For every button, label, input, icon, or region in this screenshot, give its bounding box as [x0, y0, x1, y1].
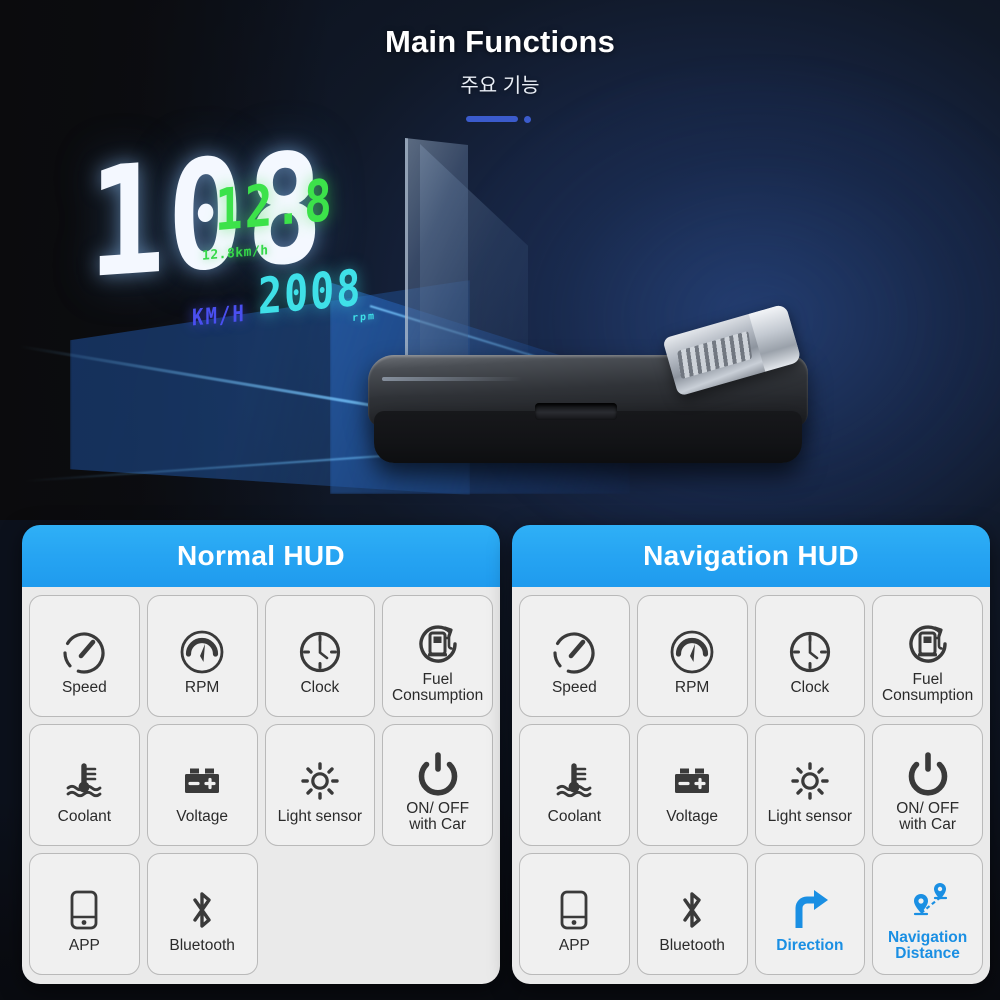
feature-tile-navigation-distance[interactable]: Navigation Distance [872, 853, 983, 975]
speedometer-icon [548, 616, 600, 678]
feature-label: Fuel Consumption [881, 670, 974, 704]
divider-dot [524, 116, 531, 123]
feature-tile-light-sensor[interactable]: Light sensor [264, 724, 376, 846]
feature-tile-light-sensor[interactable]: Light sensor [754, 724, 866, 846]
feature-label: Voltage [176, 807, 228, 825]
clock-icon [294, 616, 346, 678]
panel-normal-hud: Normal HUD Speed RPM Clock Fuel Consumption C… [22, 525, 500, 984]
feature-tile-coolant[interactable]: Coolant [29, 724, 140, 846]
feature-tile-placeholder [265, 853, 376, 973]
panel-navigation-hud-title: Navigation HUD [643, 540, 859, 571]
feature-label: Navigation Distance [888, 928, 968, 962]
hud-speed-unit: KM/H [192, 300, 246, 332]
clock-icon [784, 616, 836, 678]
device-slot [535, 403, 617, 420]
feature-label: Coolant [57, 807, 112, 825]
obd-cap [748, 303, 802, 372]
feature-tile-voltage[interactable]: Voltage [146, 724, 258, 846]
speedometer-icon [58, 616, 110, 678]
feature-label: RPM [674, 678, 710, 696]
feature-grid-navigation: Speed RPM Clock Fuel Consumption Coolant Volta… [519, 595, 983, 975]
product-infographic: Main Functions 주요 기능 108 12.8 12.8km/h K… [0, 0, 1000, 1000]
feature-label: RPM [184, 678, 220, 696]
battery-icon [666, 745, 718, 807]
feature-label: Fuel Consumption [391, 670, 484, 704]
feature-label: Bluetooth [169, 936, 235, 954]
feature-label: Light sensor [277, 807, 363, 825]
feature-grid-normal: Speed RPM Clock Fuel Consumption Coolant Volta… [29, 595, 493, 975]
tachometer-icon [666, 616, 718, 678]
page-subtitle: 주요 기능 [460, 75, 540, 97]
coolant-temp-icon [548, 745, 600, 807]
map-pins-icon [902, 866, 954, 928]
hud-secondary-value: 12.8 [215, 166, 334, 244]
feature-tile-fuel-consumption[interactable]: Fuel Consumption [872, 595, 983, 717]
feature-tile-fuel-consumption[interactable]: Fuel Consumption [382, 595, 493, 717]
feature-tile-rpm[interactable]: RPM [146, 595, 258, 717]
power-icon [412, 737, 464, 799]
panel-normal-hud-title: Normal HUD [177, 540, 345, 571]
phone-app-icon [58, 874, 110, 936]
feature-label: Clock [790, 678, 830, 696]
feature-label: Light sensor [767, 807, 853, 825]
panel-navigation-hud: Navigation HUD Speed RPM Clock Fuel Consumpt… [512, 525, 990, 984]
obd-pins [677, 330, 753, 380]
feature-tile-bluetooth[interactable]: Bluetooth [636, 853, 748, 975]
panel-navigation-hud-header: Navigation HUD [512, 525, 990, 587]
fuel-pump-icon [412, 608, 464, 670]
feature-tile-app[interactable]: APP [29, 853, 140, 975]
hud-tertiary-suffix: rpm [352, 310, 377, 325]
feature-tile-placeholder [382, 853, 493, 973]
coolant-temp-icon [58, 745, 110, 807]
feature-label: Direction [776, 936, 844, 954]
feature-tile-on-off-with-car[interactable]: ON/ OFF with Car [382, 724, 493, 846]
divider-bar [466, 116, 518, 122]
tachometer-icon [176, 616, 228, 678]
panel-normal-hud-header: Normal HUD [22, 525, 500, 587]
feature-tile-clock[interactable]: Clock [754, 595, 866, 717]
feature-tile-on-off-with-car[interactable]: ON/ OFF with Car [872, 724, 983, 846]
hero-product-image: 108 12.8 12.8km/h KM/H 2008 rpm [0, 120, 1000, 500]
sun-icon [784, 745, 836, 807]
feature-panels: Normal HUD Speed RPM Clock Fuel Consumption C… [0, 525, 1000, 995]
feature-label: Coolant [547, 807, 602, 825]
feature-tile-coolant[interactable]: Coolant [519, 724, 630, 846]
feature-label: ON/ OFF with Car [406, 799, 470, 833]
panel-normal-hud-body: Speed RPM Clock Fuel Consumption Coolant Volta… [22, 587, 500, 984]
feature-tile-clock[interactable]: Clock [264, 595, 376, 717]
feature-tile-speed[interactable]: Speed [29, 595, 140, 717]
page-title: Main Functions [384, 24, 616, 59]
feature-tile-app[interactable]: APP [519, 853, 630, 975]
feature-label: Clock [300, 678, 340, 696]
bluetooth-icon [176, 874, 228, 936]
hud-device [368, 303, 808, 465]
device-top-highlight [382, 377, 522, 381]
power-icon [902, 737, 954, 799]
header: Main Functions 주요 기능 [0, 24, 1000, 125]
feature-label: Voltage [666, 807, 718, 825]
battery-icon [176, 745, 228, 807]
feature-label: Speed [551, 678, 597, 696]
feature-tile-speed[interactable]: Speed [519, 595, 630, 717]
feature-label: ON/ OFF with Car [896, 799, 960, 833]
feature-label: APP [558, 936, 590, 954]
feature-tile-voltage[interactable]: Voltage [636, 724, 748, 846]
hud-tertiary-value: 2008 [258, 259, 363, 327]
fuel-pump-icon [902, 608, 954, 670]
turn-right-arrow-icon [784, 874, 836, 936]
feature-tile-rpm[interactable]: RPM [636, 595, 748, 717]
phone-app-icon [548, 874, 600, 936]
feature-tile-bluetooth[interactable]: Bluetooth [146, 853, 258, 975]
sun-icon [294, 745, 346, 807]
panel-navigation-hud-body: Speed RPM Clock Fuel Consumption Coolant Volta… [512, 587, 990, 984]
feature-tile-direction[interactable]: Direction [754, 853, 866, 975]
feature-label: APP [68, 936, 100, 954]
feature-label: Speed [61, 678, 107, 696]
reflector-panel [405, 138, 468, 370]
title-divider [466, 112, 534, 125]
bluetooth-icon [666, 874, 718, 936]
feature-label: Bluetooth [659, 936, 725, 954]
